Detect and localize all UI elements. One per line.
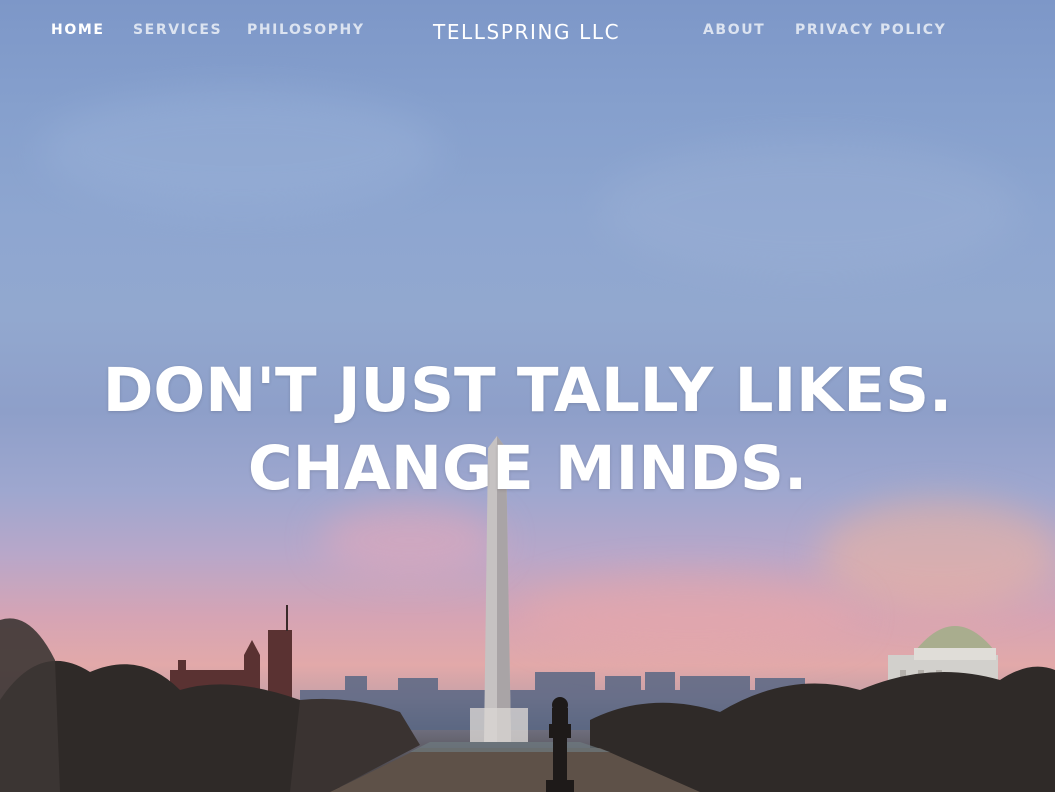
- hero-headline: DON'T JUST TALLY LIKES. CHANGE MINDS.: [0, 352, 1055, 508]
- top-navigation: HOME SERVICES PHILOSOPHY TELLSPRING LLC …: [0, 20, 1055, 44]
- site-brand-logo[interactable]: TELLSPRING LLC: [433, 20, 620, 44]
- nav-link-privacy-policy[interactable]: PRIVACY POLICY: [795, 22, 946, 38]
- nav-link-philosophy[interactable]: PHILOSOPHY: [247, 22, 365, 38]
- nav-link-about[interactable]: ABOUT: [703, 22, 765, 38]
- nav-link-services[interactable]: SERVICES: [133, 22, 222, 38]
- hero-headline-line-1: DON'T JUST TALLY LIKES.: [102, 355, 953, 426]
- nav-link-home[interactable]: HOME: [51, 22, 105, 38]
- hero-headline-line-2: CHANGE MINDS.: [247, 433, 808, 504]
